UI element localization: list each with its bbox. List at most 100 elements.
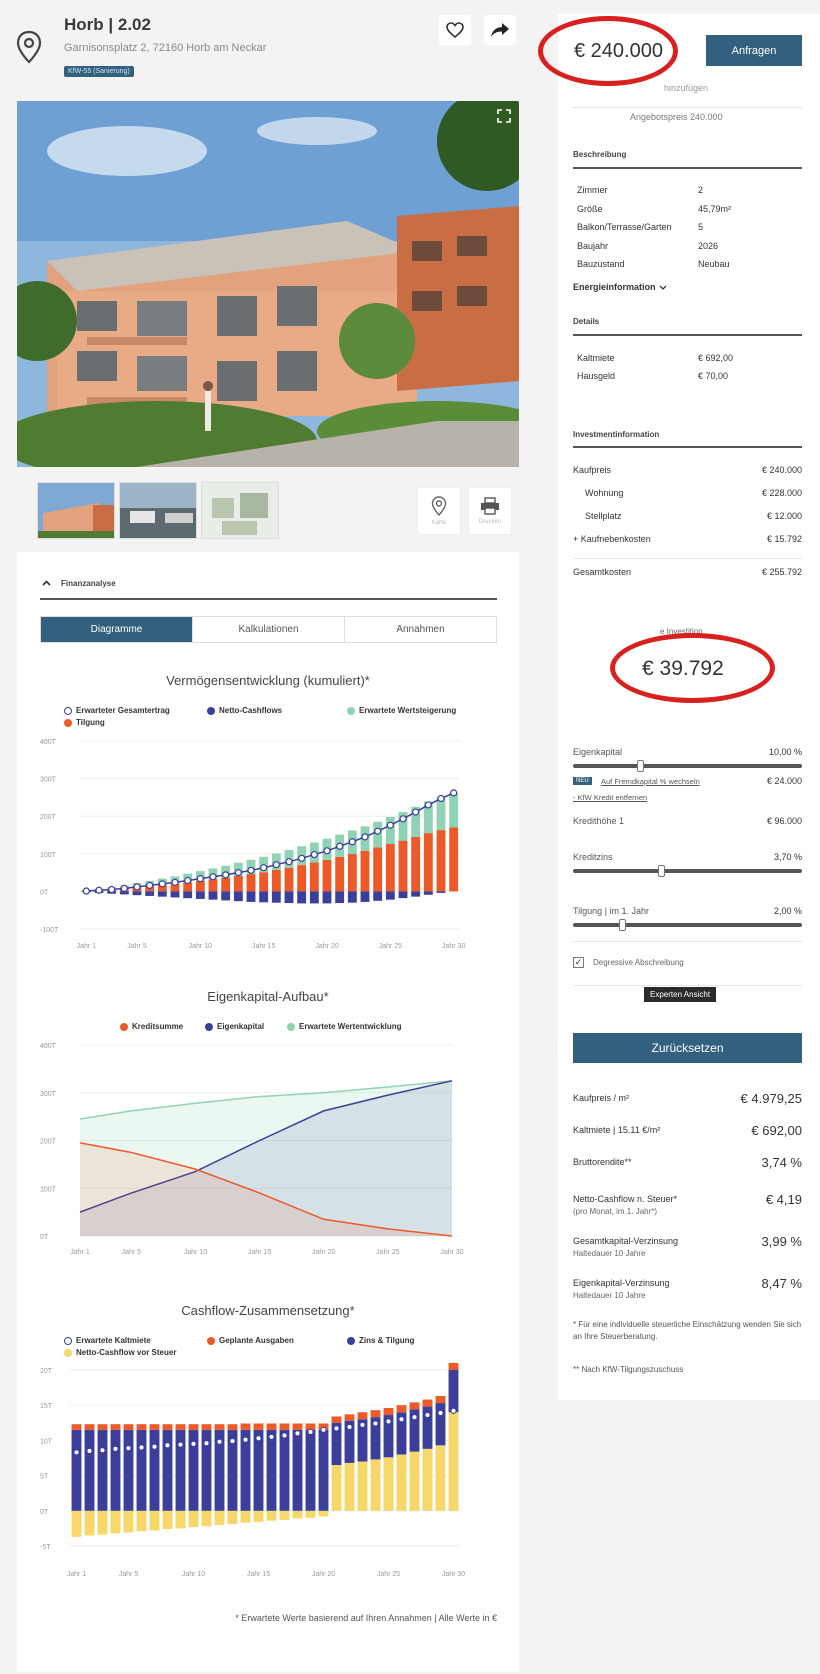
invest-heading: Investmentinformation [573, 430, 660, 439]
bar-ausgaben [409, 1402, 420, 1410]
map-button[interactable]: Karte [417, 487, 461, 535]
bar-netto-cashflow [423, 891, 433, 895]
share-button[interactable] [484, 15, 516, 45]
beschreibung-row-label: Zimmer [577, 185, 608, 195]
eigenkapital-slider[interactable] [573, 764, 802, 768]
bar-netto-cashflow [284, 891, 294, 904]
x-tick-label: Jahr 30 [440, 1249, 463, 1256]
legend-swatch [347, 706, 355, 715]
point-gesamtertrag [374, 827, 382, 835]
main-property-image[interactable] [17, 101, 519, 467]
print-button[interactable]: Drucken [468, 487, 512, 535]
point-gesamtertrag [196, 875, 204, 883]
bar-netto-cashflow [422, 1448, 433, 1511]
tilgung-slider[interactable] [573, 923, 802, 927]
heart-icon [446, 22, 464, 38]
tilgung-slider-handle[interactable] [618, 919, 626, 931]
thumbnail-1[interactable] [37, 482, 115, 539]
bar-netto-cashflow [145, 891, 155, 896]
details-row-value: € 70,00 [698, 371, 729, 381]
eigenkapital-slider-handle[interactable] [637, 760, 645, 772]
add-link[interactable]: hinzufügen [664, 83, 708, 93]
invest-row-value: € 228.000 [761, 488, 802, 498]
x-tick-label: Jahr 1 [70, 1249, 90, 1256]
bar-zins-tilgung [97, 1429, 108, 1511]
invest-row-value: € 255.792 [761, 567, 802, 577]
degressiv-checkbox[interactable]: ✓ [573, 957, 584, 968]
x-tick-label: Jahr 5 [119, 1571, 139, 1578]
bar-netto-cashflow [383, 1457, 394, 1511]
divider [573, 558, 802, 559]
finanzanalyse-heading[interactable]: Finanzanalyse [61, 579, 116, 588]
x-tick-label: Jahr 15 [248, 1249, 271, 1256]
energie-toggle[interactable]: Energieinformation [573, 282, 667, 292]
point-kaltmiete [125, 1444, 132, 1452]
tab-annahmen[interactable]: Annahmen [345, 617, 496, 642]
point-gesamtertrag [298, 854, 306, 862]
beschreibung-row-value: 5 [698, 222, 704, 232]
bar-netto-cashflow [175, 1510, 186, 1529]
kreditzins-slider[interactable] [573, 869, 802, 873]
bar-tilgung [246, 874, 256, 892]
beschreibung-heading: Beschreibung [573, 150, 627, 159]
reset-button[interactable]: Zurücksetzen [573, 1033, 802, 1063]
metric-value: € 692,00 [751, 1123, 802, 1138]
bar-ausgaben [123, 1424, 134, 1430]
chevron-up-icon[interactable] [42, 580, 51, 586]
favorite-button[interactable] [439, 15, 471, 45]
chart-vermoegen: 400T 300T 200T 100T 0T -100T Jahr 1 Jahr 5 Jahr … [40, 739, 465, 950]
bar-ausgaben [149, 1424, 160, 1430]
invest-row-label: Stellplatz [585, 511, 622, 521]
bar-zins-tilgung [292, 1429, 303, 1511]
bar-netto-cashflow [396, 1454, 407, 1511]
bar-netto-cashflow [373, 891, 383, 901]
legend-label: Kreditsumme [132, 1022, 184, 1031]
divider [573, 334, 802, 336]
bar-tilgung [347, 853, 357, 892]
bar-netto-cashflow [411, 891, 421, 897]
thumbnail-3[interactable] [201, 482, 279, 539]
address: Garnisonsplatz 2, 72160 Horb am Neckar [64, 42, 267, 54]
bar-ausgaben [266, 1423, 277, 1430]
bar-tilgung [221, 877, 231, 892]
tab-diagramme[interactable]: Diagramme [41, 617, 193, 642]
x-tick-label: Jahr 10 [184, 1249, 207, 1256]
legend-label: Erwartete Wertentwicklung [299, 1022, 402, 1031]
expand-icon[interactable] [497, 109, 511, 123]
legend-label: Netto-Cashflows [219, 706, 283, 715]
experten-toggle[interactable]: Experten Ansicht [644, 987, 717, 1002]
bar-tilgung [360, 850, 370, 892]
bar-netto-cashflow [132, 891, 142, 896]
point-kaltmiete [411, 1414, 418, 1421]
bar-zins-tilgung [110, 1429, 121, 1511]
tab-kalkulationen[interactable]: Kalkulationen [193, 617, 345, 642]
x-tick-label: Jahr 10 [182, 1571, 205, 1578]
bar-netto-cashflow [297, 891, 307, 904]
bar-zins-tilgung [305, 1429, 316, 1511]
bar-zins-tilgung [448, 1370, 459, 1413]
bar-netto-cashflow [214, 1510, 225, 1525]
legend-label: Tilgung [76, 718, 105, 727]
bar-netto-cashflow [318, 1510, 329, 1517]
bar-ausgaben [370, 1410, 381, 1418]
x-tick-label: Jahr 10 [189, 943, 212, 950]
thumbnail-2[interactable] [119, 482, 197, 539]
kfw-remove-link[interactable]: - KfW Kredit entfernen [573, 793, 647, 802]
eigenkapital-value: 10,00 % [768, 747, 802, 757]
bar-netto-cashflow [360, 891, 370, 902]
anfragen-button[interactable]: Anfragen [706, 35, 802, 66]
bar-netto-cashflow [398, 891, 408, 899]
legend-label: Zins & Tilgung [359, 1336, 415, 1345]
legend-swatch [207, 1336, 215, 1345]
bar-zins-tilgung [123, 1429, 134, 1511]
bar-netto-cashflow [253, 1510, 264, 1523]
y-tick-label: 300T [40, 1091, 57, 1098]
point-gesamtertrag [285, 858, 293, 866]
kreditzins-slider-handle[interactable] [657, 865, 665, 877]
chart-tabs: Diagramme Kalkulationen Annahmen [40, 616, 497, 643]
bar-netto-cashflow [227, 1510, 238, 1525]
point-gesamtertrag [323, 847, 331, 855]
y-tick-label: 10T [40, 1438, 53, 1445]
legend-swatch [120, 1022, 128, 1031]
bar-ausgaben [279, 1423, 290, 1430]
